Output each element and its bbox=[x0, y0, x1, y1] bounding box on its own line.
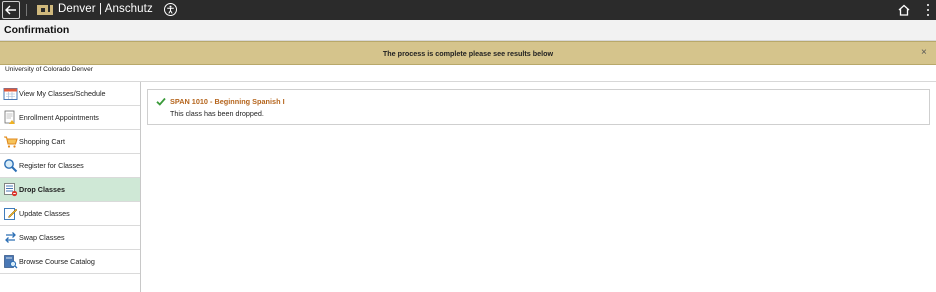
sidebar-item-browse-course-catalog[interactable]: Browse Course Catalog bbox=[0, 250, 140, 274]
sidebar-item-enrollment-appointments[interactable]: Enrollment Appointments bbox=[0, 106, 140, 130]
sidebar-item-label: Enrollment Appointments bbox=[19, 113, 99, 122]
sidebar-item-label: View My Classes/Schedule bbox=[19, 89, 106, 98]
sidebar: View My Classes/Schedule Enrollment Appo… bbox=[0, 82, 141, 292]
kebab-menu-icon[interactable] bbox=[925, 3, 931, 17]
swap-arrows-icon bbox=[5, 232, 16, 243]
title-band: Confirmation bbox=[0, 20, 936, 41]
close-icon[interactable]: × bbox=[921, 47, 927, 59]
sidebar-item-label: Register for Classes bbox=[19, 161, 84, 170]
sidebar-item-update-classes[interactable]: Update Classes bbox=[0, 202, 140, 226]
result-card: SPAN 1010 - Beginning Spanish I This cla… bbox=[147, 89, 930, 125]
accessibility-icon bbox=[167, 5, 174, 14]
edit-icon bbox=[4, 208, 18, 220]
back-button[interactable] bbox=[2, 1, 20, 19]
home-icon[interactable] bbox=[897, 3, 911, 17]
cart-icon bbox=[4, 136, 18, 148]
sidebar-item-label: Update Classes bbox=[19, 209, 70, 218]
sidebar-item-label: Drop Classes bbox=[19, 185, 65, 194]
catalog-icon bbox=[4, 255, 18, 269]
message-text: The process is complete please see resul… bbox=[382, 49, 554, 58]
course-title: SPAN 1010 - Beginning Spanish I bbox=[170, 97, 285, 106]
header-divider bbox=[26, 4, 27, 16]
accessibility-button[interactable] bbox=[164, 3, 177, 16]
sidebar-item-label: Swap Classes bbox=[19, 233, 65, 242]
result-message: This class has been dropped. bbox=[170, 109, 264, 118]
top-bar: Denver | Anschutz bbox=[0, 0, 936, 20]
sidebar-item-shopping-cart[interactable]: Shopping Cart bbox=[0, 130, 140, 154]
sidebar-item-register-for-classes[interactable]: Register for Classes bbox=[0, 154, 140, 178]
sidebar-item-view-my-classes[interactable]: View My Classes/Schedule bbox=[0, 82, 140, 106]
calendar-icon bbox=[3, 88, 18, 100]
checkmark-icon bbox=[156, 97, 166, 106]
message-bar: The process is complete please see resul… bbox=[0, 41, 936, 65]
drop-list-icon bbox=[4, 183, 18, 197]
sidebar-item-swap-classes[interactable]: Swap Classes bbox=[0, 226, 140, 250]
document-clock-icon bbox=[4, 110, 15, 124]
brand-name[interactable]: Denver | Anschutz bbox=[58, 3, 153, 15]
back-arrow-icon bbox=[5, 5, 16, 15]
sidebar-item-label: Shopping Cart bbox=[19, 137, 65, 146]
search-icon bbox=[4, 159, 18, 173]
page-title: Confirmation bbox=[4, 24, 70, 36]
sidebar-item-drop-classes[interactable]: Drop Classes bbox=[0, 178, 140, 202]
cu-logo-icon[interactable] bbox=[36, 2, 54, 18]
institution-label: University of Colorado Denver bbox=[5, 66, 93, 73]
sidebar-item-label: Browse Course Catalog bbox=[19, 257, 95, 266]
